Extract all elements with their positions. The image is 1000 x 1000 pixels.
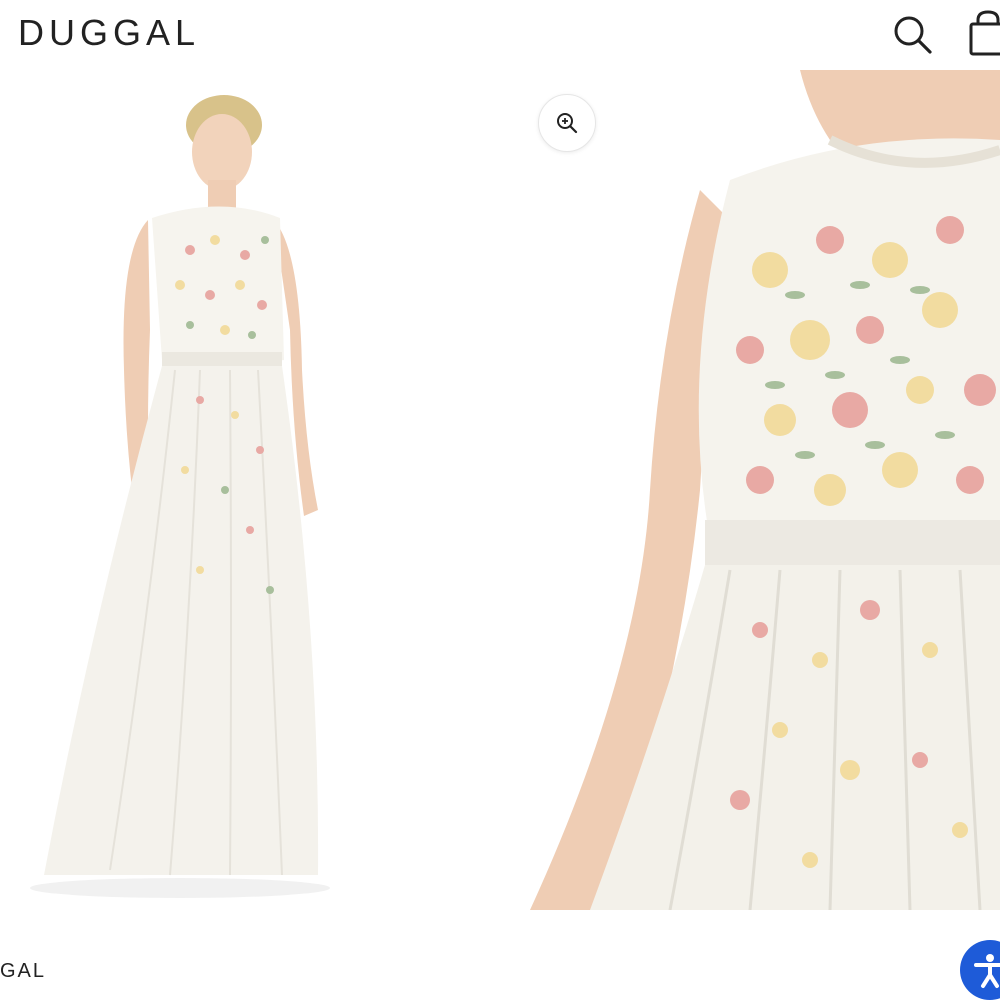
bodice-closeup-image	[530, 70, 1000, 910]
product-page: DUGGAL GAL	[0, 0, 1000, 1000]
accessibility-icon	[974, 954, 1000, 988]
brand-name[interactable]: GAL	[0, 960, 46, 983]
search-icon	[894, 16, 932, 54]
product-image-closeup[interactable]	[530, 70, 1000, 910]
zoom-in-icon	[557, 113, 578, 134]
search-button[interactable]	[890, 12, 934, 56]
brand-logo[interactable]: DUGGAL	[18, 12, 200, 54]
cart-button[interactable]	[968, 10, 1000, 56]
shopping-bag-icon	[969, 10, 1000, 56]
full-length-dress-image	[30, 95, 330, 898]
accessibility-button[interactable]	[960, 940, 1000, 1000]
zoom-button[interactable]	[538, 94, 596, 152]
product-image-full[interactable]	[0, 70, 530, 910]
site-header: DUGGAL	[0, 0, 1000, 70]
